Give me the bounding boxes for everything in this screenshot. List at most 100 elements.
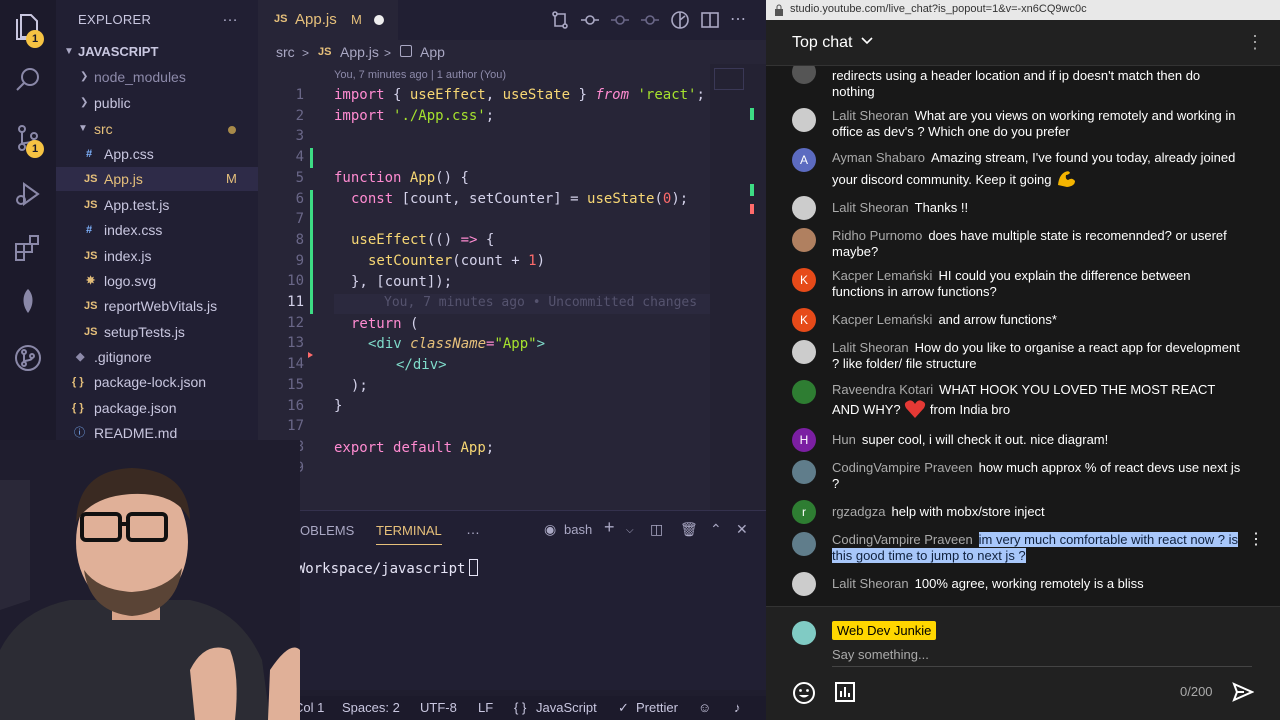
git-commit-icon[interactable] (580, 10, 600, 30)
code-line-15[interactable]: ); (351, 378, 368, 394)
author-name[interactable]: rgzadgza (832, 504, 885, 519)
emoji-icon[interactable] (792, 681, 816, 705)
code-line-14[interactable]: </div> (396, 357, 447, 373)
author-name[interactable]: Kacper Lemański (832, 312, 932, 327)
tree-item-gitignore[interactable]: ◆ .gitignore (56, 345, 258, 369)
line-number[interactable]: 12 (258, 315, 304, 331)
author-name[interactable]: Raveendra Kotari (832, 382, 933, 397)
next-change-icon[interactable] (640, 10, 660, 30)
line-number[interactable]: 1 (258, 87, 304, 103)
tree-item-app-test-js[interactable]: JS App.test.js (56, 193, 258, 217)
code-line-12[interactable]: return ( (351, 316, 418, 332)
author-name[interactable]: CodingVampire Praveen (832, 532, 973, 547)
tree-item-app-css[interactable]: # App.css (56, 142, 258, 166)
close-panel-icon[interactable]: ✕ (736, 521, 748, 538)
unsaved-dot[interactable] (374, 15, 384, 25)
line-number[interactable]: 13 (258, 335, 304, 351)
tree-item-report-web-vitals[interactable]: JS reportWebVitals.js (56, 294, 258, 318)
line-number[interactable]: 3 (258, 128, 304, 144)
minimap[interactable] (710, 64, 766, 510)
chat-input[interactable]: Say something... (832, 647, 1252, 667)
previous-change-icon[interactable] (610, 10, 630, 30)
send-icon[interactable] (1232, 681, 1254, 703)
breadcrumb-symbol[interactable]: App (420, 44, 445, 60)
code-line-2[interactable]: import './App.css'; (334, 108, 494, 124)
tree-item-logo-svg[interactable]: ✵ logo.svg (56, 269, 258, 293)
more-options-icon[interactable]: ⋮ (1246, 32, 1264, 53)
code-line-8[interactable]: useEffect(() => { (351, 232, 494, 248)
line-number[interactable]: 6 (258, 191, 304, 207)
breadcrumb-folder[interactable]: src (276, 44, 295, 60)
chat-mode-dropdown[interactable]: Top chat (792, 34, 852, 52)
message-menu-icon[interactable]: ⋮ (1248, 532, 1264, 548)
address-bar[interactable]: studio.youtube.com/live_chat?is_popout=1… (766, 0, 1280, 20)
more-actions-icon[interactable]: ⋯ (730, 10, 750, 30)
code-line-6[interactable]: const [count, setCounter] = useState(0); (351, 191, 688, 207)
author-name[interactable]: Hun (832, 432, 856, 447)
tree-item-package-json[interactable]: { } package.json (56, 396, 258, 420)
tree-item-package-lock[interactable]: { } package-lock.json (56, 370, 258, 394)
git-graph-icon[interactable] (12, 342, 44, 374)
author-name[interactable]: Ridho Purnomo (832, 228, 922, 243)
terminal-shell-select[interactable]: bash (564, 522, 592, 537)
author-name[interactable]: Ayman Shabaro (832, 150, 925, 165)
tree-item-app-js[interactable]: JS App.js M (56, 167, 258, 191)
poll-icon[interactable] (834, 681, 856, 703)
line-number[interactable]: 11 (258, 294, 304, 310)
panel-more-icon[interactable]: … (466, 521, 480, 537)
author-name[interactable]: Kacper Lemański (832, 268, 932, 283)
tab-terminal[interactable]: TERMINAL (376, 523, 442, 545)
status-prettier[interactable]: Prettier (636, 700, 678, 715)
new-terminal-icon[interactable]: + (604, 517, 615, 538)
line-number[interactable]: 8 (258, 232, 304, 248)
status-indentation[interactable]: Spaces: 2 (342, 700, 400, 715)
line-number[interactable]: 4 (258, 149, 304, 165)
extensions-icon[interactable] (12, 232, 44, 264)
code-line-9[interactable]: setCounter(count + 1) (368, 253, 545, 269)
code-line-1[interactable]: import { useEffect, useState } from 'rea… (334, 87, 705, 103)
bell-icon[interactable]: ♪ (734, 700, 741, 715)
terminal-prompt[interactable]: ~/Workspace/javascript (280, 559, 479, 577)
trash-icon[interactable]: 🗑 (680, 521, 698, 538)
code-line-16[interactable]: } (334, 398, 342, 414)
line-number[interactable]: 17 (258, 418, 304, 434)
code-line-13[interactable]: <div className="App"> (368, 336, 545, 352)
line-number[interactable]: 15 (258, 377, 304, 393)
maximize-panel-icon[interactable]: ⌃ (710, 521, 722, 538)
tree-item-index-js[interactable]: JS index.js (56, 244, 258, 268)
tree-item-node-modules[interactable]: ❯ node_modules (56, 65, 258, 89)
run-debug-icon[interactable] (12, 178, 44, 210)
chevron-down-icon[interactable]: ⌵ (626, 525, 634, 536)
code-line-10[interactable]: }, [count]); (351, 274, 452, 290)
line-number[interactable]: 7 (258, 211, 304, 227)
line-number[interactable]: 10 (258, 273, 304, 289)
line-number[interactable]: 2 (258, 108, 304, 124)
split-terminal-icon[interactable]: ◫ (650, 521, 663, 538)
tab-app-js[interactable]: JS App.js M (258, 0, 398, 40)
leaf-icon[interactable] (12, 286, 44, 318)
line-number[interactable]: 9 (258, 253, 304, 269)
tree-root[interactable]: ▼ JAVASCRIPT (56, 40, 258, 64)
author-name[interactable]: Lalit Sheoran (832, 200, 909, 215)
author-name[interactable]: Lalit Sheoran (832, 576, 909, 591)
blame-header[interactable]: You, 7 minutes ago | 1 author (You) (334, 69, 506, 81)
timeline-icon[interactable] (670, 10, 690, 30)
code-line-5[interactable]: function App() { (334, 170, 469, 186)
code-line-18[interactable]: export default App; (334, 440, 494, 456)
status-language[interactable]: JavaScript (536, 700, 597, 715)
author-name[interactable]: Lalit Sheoran (832, 108, 909, 123)
tree-item-src[interactable]: ▼ src (56, 117, 258, 141)
search-icon[interactable] (12, 64, 44, 96)
line-number[interactable]: 14 (258, 356, 304, 372)
author-name[interactable]: CodingVampire Praveen (832, 460, 973, 475)
explorer-menu-icon[interactable]: … (222, 8, 238, 26)
author-name[interactable]: Lalit Sheoran (832, 340, 909, 355)
status-eol[interactable]: LF (478, 700, 493, 715)
line-number[interactable]: 5 (258, 170, 304, 186)
minimap-slider[interactable] (714, 68, 744, 90)
line-number[interactable]: 16 (258, 398, 304, 414)
tree-item-index-css[interactable]: # index.css (56, 218, 258, 242)
split-editor-icon[interactable] (700, 10, 720, 30)
chevron-down-icon[interactable] (860, 33, 874, 47)
tree-item-setup-tests[interactable]: JS setupTests.js (56, 320, 258, 344)
